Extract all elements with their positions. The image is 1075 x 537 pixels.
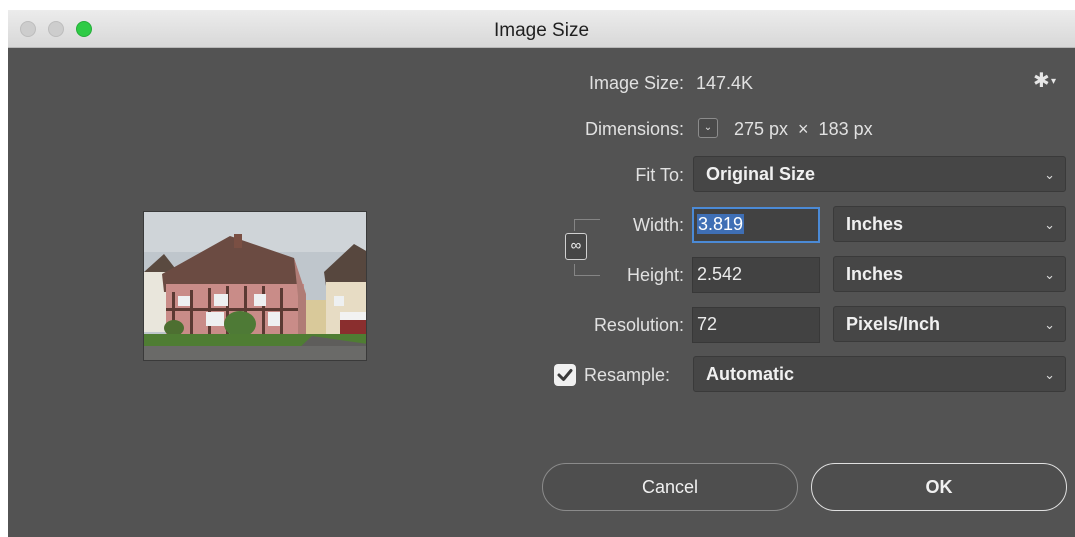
- image-size-label: Image Size:: [588, 73, 684, 93]
- resolution-unit: Pixels/Inch: [846, 314, 941, 334]
- chevron-down-icon: ⌄: [1044, 167, 1055, 182]
- width-unit: Inches: [846, 214, 904, 234]
- dimensions-value: 275 px × 183 px: [734, 119, 873, 139]
- chevron-down-icon: ⌄: [1044, 267, 1055, 282]
- image-size-dialog: Image Size Image Size: 147.4K ✱ ▾ Dimens…: [8, 10, 1075, 537]
- chevron-down-icon: ⌄: [1044, 367, 1055, 382]
- constrain-bracket-top: [574, 219, 600, 231]
- chevron-down-icon: ⌄: [1044, 317, 1055, 332]
- chevron-down-icon: ⌄: [703, 122, 713, 133]
- ok-button[interactable]: OK: [811, 463, 1067, 511]
- resolution-label: Resolution:: [593, 315, 684, 335]
- width-unit-dropdown[interactable]: Inches ⌄: [833, 206, 1066, 242]
- resample-checkbox[interactable]: [554, 364, 576, 386]
- resolution-input[interactable]: 72: [692, 307, 820, 343]
- fit-to-dropdown[interactable]: Original Size ⌄: [693, 156, 1066, 192]
- resample-dropdown[interactable]: Automatic ⌄: [693, 356, 1066, 392]
- width-value: 3.819: [697, 214, 745, 234]
- fit-to-label: Fit To:: [635, 165, 684, 185]
- resolution-unit-dropdown[interactable]: Pixels/Inch ⌄: [833, 306, 1066, 342]
- checkmark-icon: [557, 369, 573, 381]
- window-title: Image Size: [493, 20, 590, 41]
- height-value: 2.542: [697, 264, 743, 284]
- width-input[interactable]: 3.819: [692, 207, 820, 243]
- dimensions-label: Dimensions:: [584, 119, 684, 139]
- height-input[interactable]: 2.542: [692, 257, 820, 293]
- resample-value: Automatic: [706, 364, 795, 384]
- dimensions-unit-menu-button[interactable]: ⌄: [698, 118, 718, 138]
- gear-icon[interactable]: ✱: [1033, 68, 1050, 93]
- chevron-down-icon: ▾: [1051, 76, 1057, 87]
- cancel-button[interactable]: Cancel: [542, 463, 798, 511]
- house-photo: [144, 212, 366, 360]
- height-label: Height:: [626, 265, 684, 285]
- resample-label: Resample:: [584, 365, 671, 385]
- fit-to-value: Original Size: [706, 164, 816, 184]
- height-unit: Inches: [846, 264, 904, 284]
- height-unit-dropdown[interactable]: Inches ⌄: [833, 256, 1066, 292]
- link-icon[interactable]: ∞: [565, 233, 587, 260]
- image-preview[interactable]: [143, 211, 367, 361]
- title-bar: Image Size: [8, 10, 1075, 48]
- chevron-down-icon: ⌄: [1044, 217, 1055, 232]
- constrain-bracket-bottom: [574, 264, 600, 276]
- width-label: Width:: [632, 215, 684, 235]
- image-size-value: 147.4K: [696, 73, 754, 93]
- resolution-value: 72: [697, 314, 718, 334]
